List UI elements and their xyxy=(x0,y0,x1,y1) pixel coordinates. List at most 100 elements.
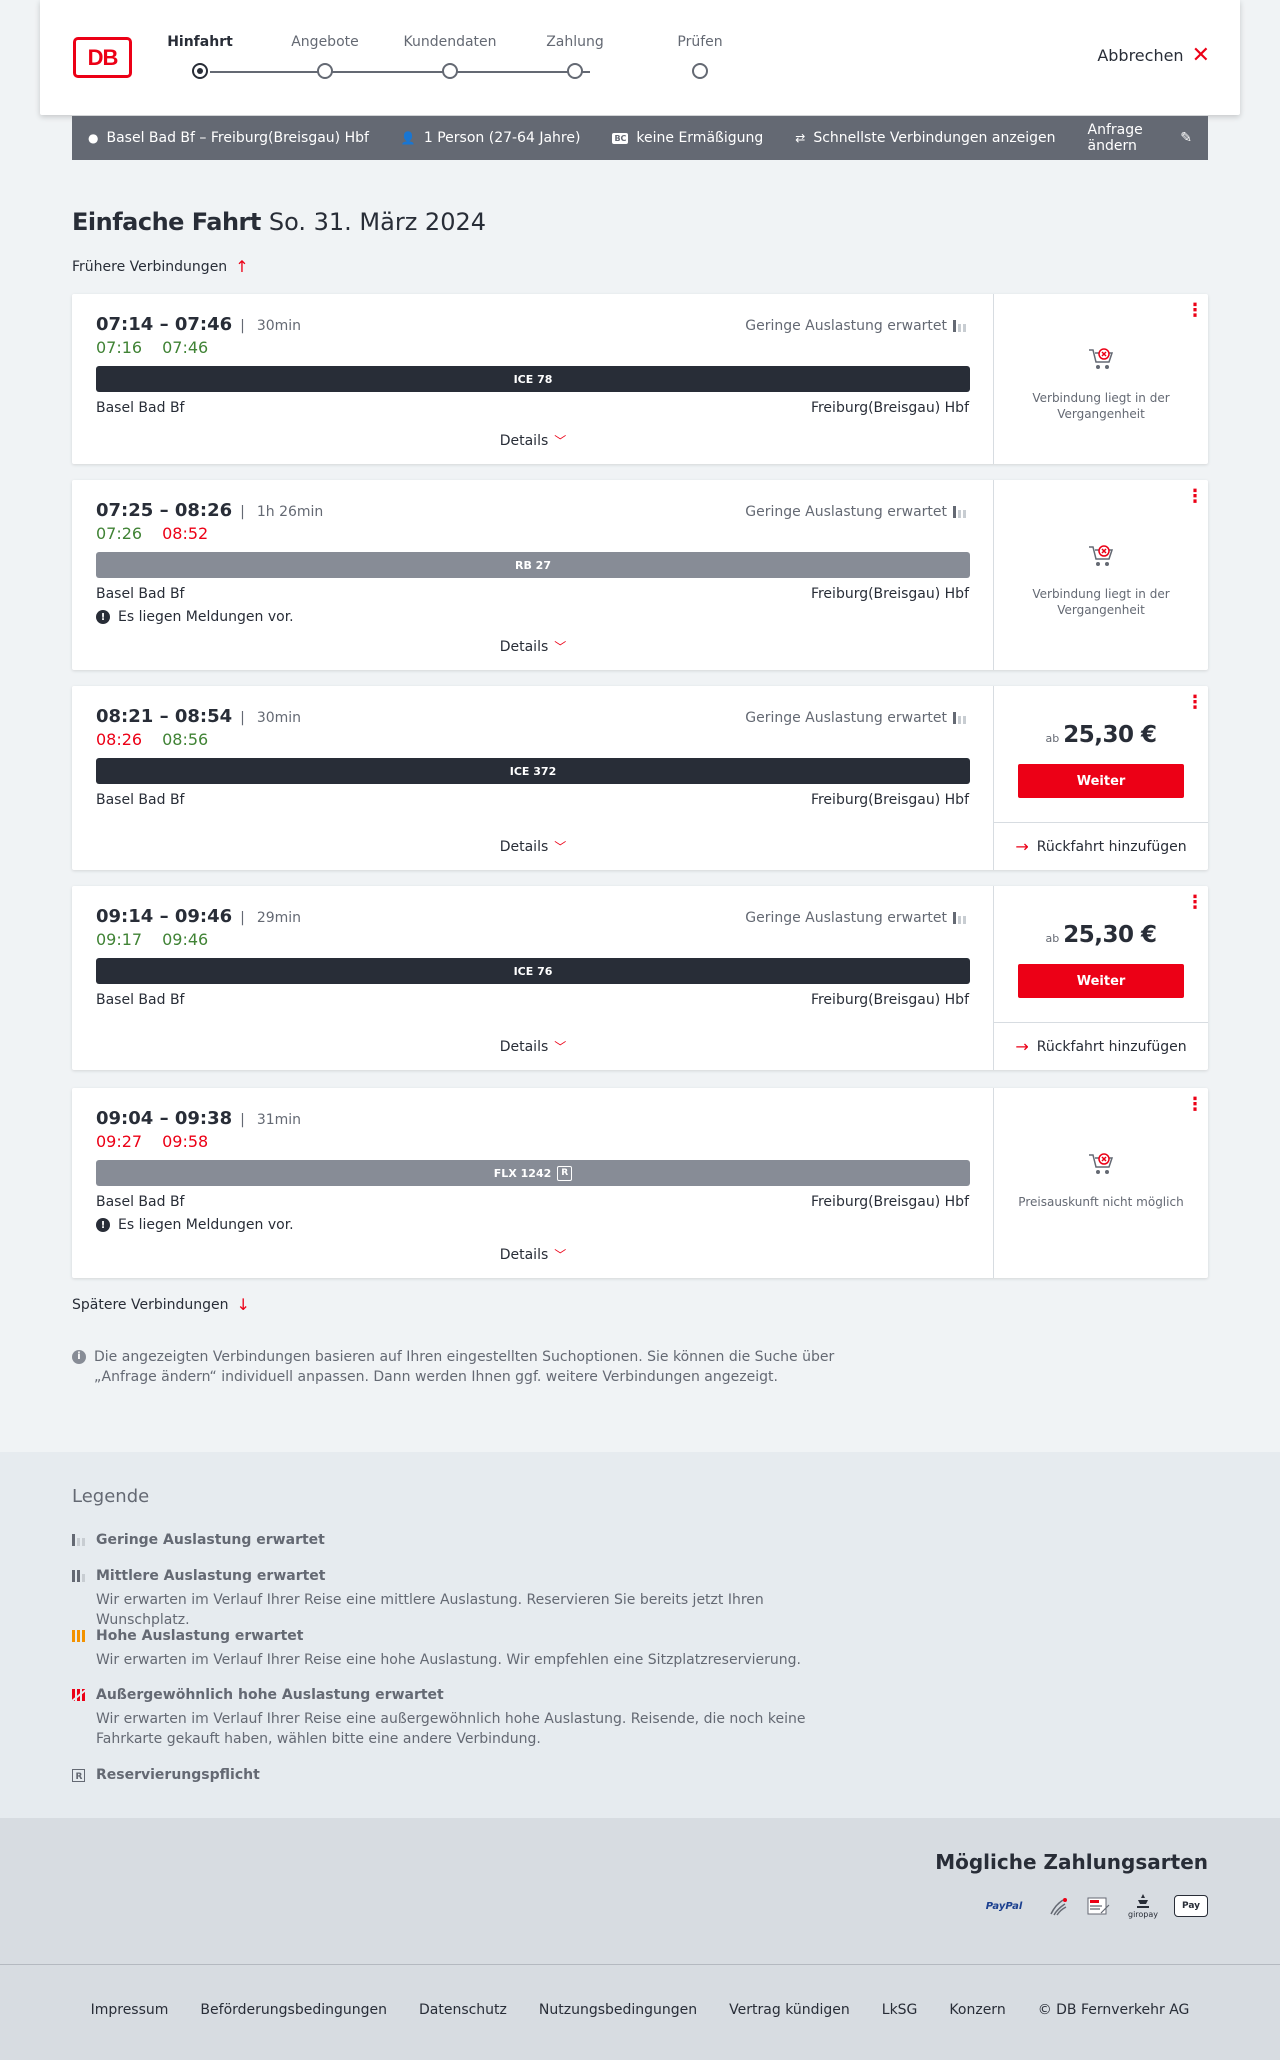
connection-main: 09:04 – 09:3831min 09:2709:58 FLX 1242R … xyxy=(72,1088,994,1278)
unavailable-text: Verbindung liegt in der Vergangenheit xyxy=(1032,391,1170,421)
details-toggle[interactable]: Details ﹀ xyxy=(72,1246,994,1263)
more-options-icon[interactable]: ⋮ xyxy=(1186,302,1204,320)
duration: 30min xyxy=(240,318,301,334)
connection-main: 07:25 – 08:26 1h 26min 07:26 08:52 Geringe… xyxy=(72,480,994,670)
train-bar[interactable]: ICE 76 xyxy=(96,958,970,984)
step-label: Zahlung xyxy=(546,34,604,50)
duration: 1h 26min xyxy=(240,504,323,520)
reservation-required-icon: R xyxy=(72,1769,88,1782)
more-options-icon[interactable]: ⋮ xyxy=(1186,694,1204,712)
occupancy-low-icon xyxy=(72,1534,88,1546)
footer-copyright: © DB Fernverkehr AG xyxy=(1037,2002,1190,2018)
destination-station: Freiburg(Breisgau) Hbf xyxy=(810,992,969,1008)
disruption-message[interactable]: ! Es liegen Meldungen vor. xyxy=(96,609,294,625)
details-toggle[interactable]: Details ﹀ xyxy=(72,1038,994,1055)
realtime-times: 07:26 08:52 xyxy=(96,524,228,543)
footer-link-datenschutz[interactable]: Datenschutz xyxy=(419,2002,507,2018)
footer-link-befoerderungsbedingungen[interactable]: Beförderungsbedingungen xyxy=(200,2002,387,2018)
realtime-departure: 07:26 xyxy=(96,524,143,543)
add-return-button[interactable]: → Rückfahrt hinzufügen xyxy=(994,1022,1208,1070)
edit-request-button[interactable]: Anfrage ändern ✎ xyxy=(1088,122,1192,154)
payment-title: Mögliche Zahlungsarten xyxy=(935,1850,1208,1874)
train-bar[interactable]: RB 27 xyxy=(96,552,970,578)
connection-times: 09:14 – 09:46 29min xyxy=(96,906,301,927)
more-options-icon[interactable]: ⋮ xyxy=(1186,1096,1204,1114)
realtime-times: 07:16 07:46 xyxy=(96,338,228,357)
train-bar[interactable]: ICE 372 xyxy=(96,758,970,784)
disruption-text: Es liegen Meldungen vor. xyxy=(118,1217,294,1233)
person-icon: 👤 xyxy=(400,131,416,145)
footer-links: Impressum Beförderungsbedingungen Datens… xyxy=(0,2002,1280,2018)
option-summary: ⇄ Schnellste Verbindungen anzeigen xyxy=(795,130,1055,146)
details-label: Details xyxy=(499,1039,549,1055)
later-connections-button[interactable]: Spätere Verbindungen ↓ xyxy=(72,1295,250,1314)
disruption-text: Es liegen Meldungen vor. xyxy=(118,609,294,625)
train-bar[interactable]: FLX 1242 R xyxy=(96,1160,970,1186)
step-label: Kundendaten xyxy=(403,34,497,50)
details-toggle[interactable]: Details ﹀ xyxy=(72,838,994,855)
occupancy-very-high-icon xyxy=(71,1688,88,1702)
footer-link-vertrag-kuendigen[interactable]: Vertrag kündigen xyxy=(729,2002,850,2018)
realtime-times: 09:27 09:58 xyxy=(96,1132,228,1151)
continue-button[interactable]: Weiter xyxy=(1018,964,1184,998)
price-prefix: ab xyxy=(1045,732,1060,745)
footer-link-konzern[interactable]: Konzern xyxy=(949,2002,1005,2018)
disruption-message[interactable]: ! Es liegen Meldungen vor. xyxy=(96,1217,294,1233)
more-options-icon[interactable]: ⋮ xyxy=(1186,894,1204,912)
credit-card-icon xyxy=(1046,1890,1072,1922)
cancel-button[interactable]: Abbrechen ✕ xyxy=(1097,44,1210,66)
realtime-arrival: 08:56 xyxy=(162,730,209,749)
route-summary: ● Basel Bad Bf – Freiburg(Breisgau) Hbf xyxy=(88,130,369,146)
legend-item-title: Geringe Auslastung erwartet xyxy=(96,1532,325,1548)
footer: Impressum Beförderungsbedingungen Datens… xyxy=(0,1964,1280,2060)
arrow-right-icon: → xyxy=(1015,1037,1029,1056)
step-label: Angebote xyxy=(291,34,359,50)
step-label: Hinfahrt xyxy=(167,34,233,50)
step-pruefen: Prüfen xyxy=(650,34,750,79)
connection-card[interactable]: 08:21 – 08:54 30min 08:26 08:56 Geringe Au… xyxy=(72,686,1208,870)
duration: 29min xyxy=(240,910,301,926)
occupancy-indicator: Geringe Auslastung erwartet xyxy=(745,318,969,334)
earlier-connections-button[interactable]: Frühere Verbindungen ↑ xyxy=(72,257,249,276)
connection-card[interactable]: 09:04 – 09:3831min 09:2709:58 FLX 1242R … xyxy=(72,1088,1208,1278)
db-logo[interactable]: DB xyxy=(73,37,132,78)
connection-card[interactable]: 07:14 – 07:46 30min 07:16 07:46 Geringe Au… xyxy=(72,294,1208,464)
footer-link-lksg[interactable]: LkSG xyxy=(882,2002,918,2018)
alert-icon: ! xyxy=(96,1218,110,1232)
chevron-down-icon: ﹀ xyxy=(554,840,567,854)
discount-text: keine Ermäßigung xyxy=(636,130,764,146)
scheduled-times: 09:04 – 09:38 xyxy=(96,1108,233,1129)
alert-icon: ! xyxy=(96,610,110,624)
giropay-text: giropay xyxy=(1127,1909,1159,1919)
stepper-line xyxy=(210,71,590,73)
occupancy-medium-icon xyxy=(72,1570,88,1582)
destination-station: Freiburg(Breisgau) Hbf xyxy=(810,400,969,416)
origin-station: Basel Bad Bf xyxy=(96,992,185,1008)
connection-card[interactable]: 09:14 – 09:46 29min 09:17 09:46 Geringe Au… xyxy=(72,886,1208,1070)
search-summary-bar: ● Basel Bad Bf – Freiburg(Breisgau) Hbf … xyxy=(72,116,1208,160)
details-toggle[interactable]: Details ﹀ xyxy=(72,638,994,655)
train-bar[interactable]: ICE 78 xyxy=(96,366,970,392)
continue-button[interactable]: Weiter xyxy=(1018,764,1184,798)
bahncard-icon: BC xyxy=(612,132,629,144)
add-return-label: Rückfahrt hinzufügen xyxy=(1036,838,1187,855)
option-text: Schnellste Verbindungen anzeigen xyxy=(813,130,1056,146)
duration: 30min xyxy=(240,710,301,726)
realtime-arrival: 08:52 xyxy=(162,524,209,543)
swap-arrows-icon: ⇄ xyxy=(795,131,806,145)
apple-pay-text: Pay xyxy=(1181,1901,1201,1911)
realtime-times: 08:26 08:56 xyxy=(96,730,228,749)
connection-card[interactable]: 07:25 – 08:26 1h 26min 07:26 08:52 Geringe… xyxy=(72,480,1208,670)
legend-item-very-high: Außergewöhnlich hohe Auslastung erwartet… xyxy=(71,1687,852,1749)
step-dot xyxy=(317,63,333,79)
destination-station: Freiburg(Breisgau) Hbf xyxy=(810,792,969,808)
footer-link-impressum[interactable]: Impressum xyxy=(91,2002,169,2018)
footer-link-nutzungsbedingungen[interactable]: Nutzungsbedingungen xyxy=(539,2002,697,2018)
step-dot xyxy=(692,63,708,79)
add-return-button[interactable]: → Rückfahrt hinzufügen xyxy=(994,822,1208,870)
note-text: Die angezeigten Verbindungen basieren au… xyxy=(94,1349,835,1385)
more-options-icon[interactable]: ⋮ xyxy=(1186,488,1204,506)
booking-stepper: Hinfahrt Angebote Kundendaten Zahlung Pr… xyxy=(167,34,723,84)
connection-main: 07:14 – 07:46 30min 07:16 07:46 Geringe Au… xyxy=(72,294,994,464)
details-toggle[interactable]: Details ﹀ xyxy=(72,432,994,449)
